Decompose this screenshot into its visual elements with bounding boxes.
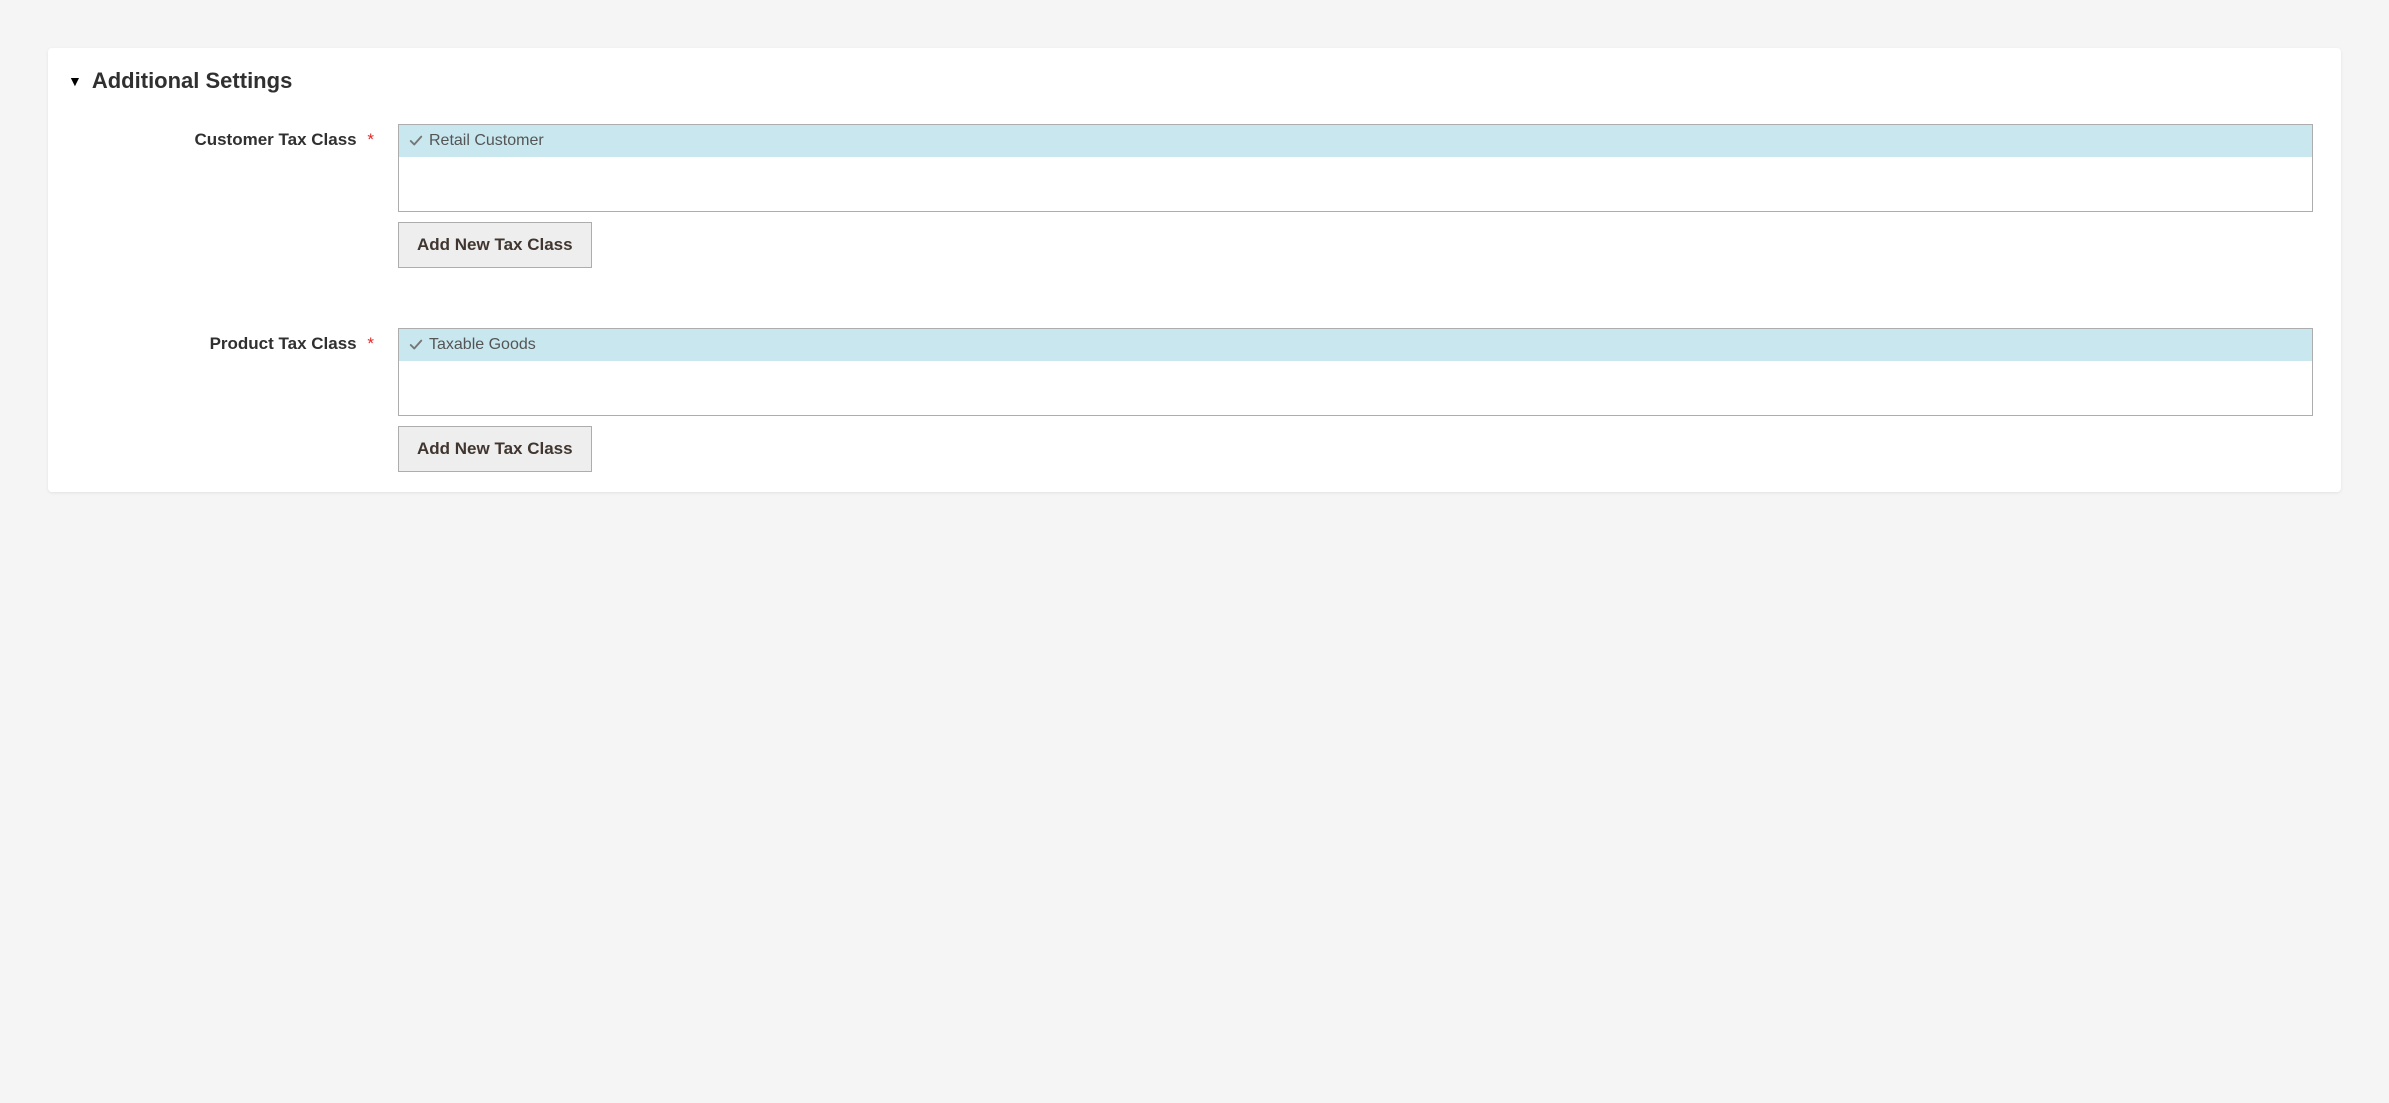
required-mark: *: [367, 334, 374, 353]
additional-settings-panel: ▼ Additional Settings Customer Tax Class…: [48, 48, 2341, 492]
caret-down-icon: ▼: [68, 73, 82, 89]
customer-tax-class-option[interactable]: Retail Customer: [399, 125, 2312, 157]
check-icon: [409, 134, 423, 148]
required-mark: *: [367, 130, 374, 149]
product-tax-class-input-col: Taxable Goods Add New Tax Class: [398, 328, 2313, 472]
add-customer-tax-class-button[interactable]: Add New Tax Class: [398, 222, 592, 268]
check-icon: [409, 338, 423, 352]
section-header-toggle[interactable]: ▼ Additional Settings: [68, 68, 2313, 94]
product-tax-class-multiselect[interactable]: Taxable Goods: [398, 328, 2313, 416]
customer-tax-class-multiselect[interactable]: Retail Customer: [398, 124, 2313, 212]
product-tax-class-label-text: Product Tax Class: [210, 334, 357, 353]
product-tax-class-label: Product Tax Class *: [68, 328, 398, 354]
customer-tax-class-input-col: Retail Customer Add New Tax Class: [398, 124, 2313, 268]
customer-tax-class-label-text: Customer Tax Class: [194, 130, 356, 149]
customer-tax-class-field: Customer Tax Class * Retail Customer Add…: [68, 124, 2313, 268]
product-tax-class-option[interactable]: Taxable Goods: [399, 329, 2312, 361]
product-tax-class-field: Product Tax Class * Taxable Goods Add Ne…: [68, 328, 2313, 472]
option-label: Retail Customer: [429, 132, 544, 150]
customer-tax-class-label: Customer Tax Class *: [68, 124, 398, 150]
option-label: Taxable Goods: [429, 336, 536, 354]
add-product-tax-class-button[interactable]: Add New Tax Class: [398, 426, 592, 472]
section-title: Additional Settings: [92, 68, 292, 94]
